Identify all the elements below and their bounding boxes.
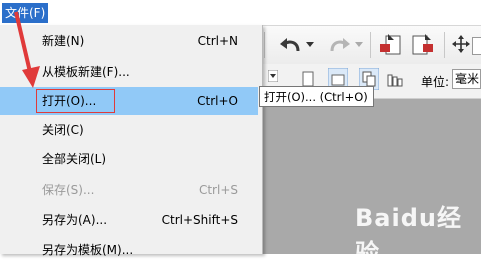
undo-dropdown-icon[interactable] [306,42,314,48]
menu-item-label: 全部关闭(L) [42,152,107,166]
toolbar-separator [370,32,371,58]
menu-item-label: 保存(S)... [42,183,95,197]
watermark: Baidu经验 jingyan.baidu.com [355,198,481,279]
menu-item-label: 另存为模板(M)... [42,243,134,257]
menu-item-shortcut: Ctrl+N [197,34,238,48]
menu-item-shortcut: Ctrl+O [197,94,238,108]
watermark-logo: Baidu经验 [355,204,462,267]
redo-dropdown-icon[interactable] [355,42,363,48]
import-icon[interactable] [378,32,404,58]
tooltip: 打开(O)... (Ctrl+O) [259,86,374,107]
undo-icon[interactable] [278,34,304,56]
menu-item-close[interactable]: 关闭(C) [0,116,258,144]
toolbar-separator [444,32,445,58]
export-icon[interactable] [409,32,435,58]
redo-icon[interactable] [326,34,352,56]
unit-select[interactable]: 毫米 [452,69,481,89]
menu-item-save[interactable]: 保存(S)... Ctrl+S [0,176,258,204]
menu-item-label: 另存为(A)... [42,213,108,227]
pan-icon[interactable] [452,35,470,53]
menu-item-save-as-template[interactable]: 另存为模板(M)... [0,236,258,264]
zoom-field[interactable] [472,37,481,55]
menu-item-save-as[interactable]: 另存为(A)... Ctrl+Shift+S [0,206,258,234]
watermark-url: jingyan.baidu.com [367,268,460,279]
toolbar-separator [264,32,265,58]
menu-item-close-all[interactable]: 全部关闭(L) [0,145,258,173]
unit-label: 单位: [421,75,450,89]
menu-item-shortcut: Ctrl+S [198,183,238,197]
main-toolbar [262,26,481,65]
portrait-icon[interactable] [302,71,314,87]
annotation-arrow [14,11,40,88]
menu-item-label: 关闭(C) [42,123,84,137]
dropdown-arrow-icon[interactable] [268,70,278,82]
menubar: 文件(F) [0,0,481,26]
current-page-icon[interactable] [387,71,403,87]
menu-item-shortcut: Ctrl+Shift+S [161,213,238,227]
